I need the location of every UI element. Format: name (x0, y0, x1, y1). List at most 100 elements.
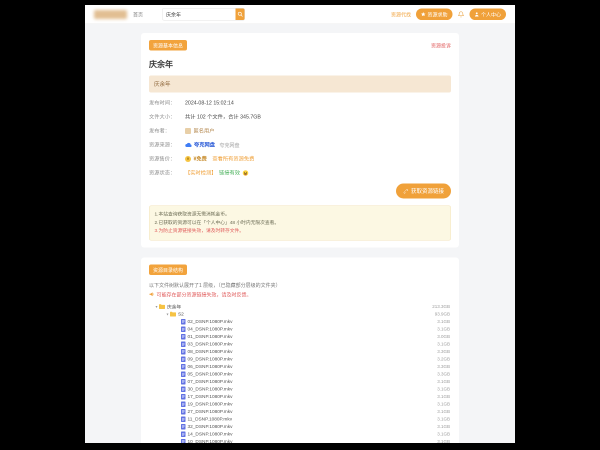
resource-find-link[interactable]: 资源代找 (391, 11, 411, 19)
tree-file-row: 32_DSNP.1080P.mkv 3.1GB (149, 423, 451, 431)
tree-item-name: 02_DSNP.1080P.mkv (187, 318, 233, 325)
tree-item-name: S2 (178, 311, 184, 317)
tree-item-size: 3.2GB (437, 356, 450, 362)
file-icon (181, 423, 186, 430)
tree-item-name: 30_DSNP.1080P.mkv (187, 386, 233, 392)
resource-info-badge: 资源基本信息 (149, 40, 187, 51)
file-icon (181, 393, 186, 400)
resource-complaint-link[interactable]: 资源投诉 (431, 42, 451, 50)
tree-item-size: 3.1GB (437, 439, 450, 443)
file-icon (181, 341, 186, 347)
file-icon (181, 356, 186, 362)
tree-item-name: 27_DSNP.1080P.mkv (187, 408, 233, 415)
tree-item-size: 3.1GB (437, 394, 450, 400)
site-header: 首页 资源代找 资源求助 (85, 5, 515, 24)
tree-item-name: 03_DSNP.1080P.mkv (187, 341, 233, 347)
notice-box: 1.本站查询获取资源无需消耗金币。 2.已获取的资源可以在「个人中心」48 小时… (149, 205, 451, 241)
resource-info-card: 资源基本信息 资源投诉 庆余年 庆余年 发布时间： 2024-08-12 15:… (141, 33, 459, 248)
file-icon (181, 371, 186, 377)
folder-icon (159, 304, 165, 310)
profile-button[interactable]: 个人中心 (469, 8, 506, 20)
search-input[interactable] (162, 8, 236, 20)
tree-file-row: 02_DSNP.1080P.mkv 3.1GB (149, 318, 451, 326)
directory-card: 资源目录结构 以下文件树默认展开了1 层级，（已隐藏部分层级的文件夹） 可能存在… (141, 257, 459, 443)
desktop-background: 首页 资源代找 资源求助 (0, 0, 600, 450)
tree-folder-row[interactable]: ▾ 庆余年 213.3GB (149, 303, 451, 311)
tree-item-size: 3.0GB (437, 334, 450, 340)
megaphone-icon (149, 291, 155, 297)
directory-hint-2: 可能存在部分资源链接失效，请及时反馈。 (149, 290, 451, 298)
file-icon (181, 431, 186, 437)
header-actions: 资源代找 资源求助 个人中心 (391, 8, 506, 20)
tree-item-name: 14_DSNP.1080P.mkv (187, 431, 233, 437)
tree-item-size: 3.1GB (437, 379, 450, 385)
file-icon (181, 326, 186, 332)
tree-file-row: 27_DSNP.1080P.mkv 3.1GB (149, 408, 451, 416)
tree-file-row: 03_DSNP.1080P.mkv 3.1GB (149, 340, 451, 348)
tree-item-name: 11_DSNP.1080P.mkv (187, 416, 233, 422)
file-icon (181, 378, 186, 385)
tree-item-size: 3.1GB (437, 386, 450, 392)
tree-item-size: 213.3GB (432, 304, 450, 310)
notice-line-1: 1.本站查询获取资源无需消耗金币。 (154, 211, 230, 218)
tree-folder-row[interactable]: ▾ S2 93.9GB (149, 310, 451, 318)
tree-item-size: 3.1GB (437, 319, 450, 325)
get-resource-link-button[interactable]: 获取资源链接 (396, 183, 451, 199)
tree-item-size: 3.1GB (437, 431, 450, 437)
tree-file-row: 11_DSNP.1080P.mkv 3.1GB (149, 415, 451, 423)
tree-file-row: 04_DSNP.1080P.mkv 3.1GB (149, 325, 451, 333)
bell-icon[interactable] (458, 11, 465, 18)
tree-item-size: 3.1GB (437, 341, 450, 347)
tree-item-size: 3.3GB (437, 371, 450, 377)
directory-badge: 资源目录结构 (149, 264, 187, 275)
tree-item-name: 05_DSNP.1080P.mkv (187, 371, 233, 377)
tree-item-name: 32_DSNP.1080P.mkv (187, 423, 233, 430)
site-logo[interactable] (94, 9, 127, 19)
tree-item-name: 06_DSNP.1080P.mkv (187, 363, 233, 370)
nav-home-link[interactable]: 首页 (133, 11, 143, 19)
browser-page: 首页 资源代找 资源求助 (85, 5, 515, 443)
info-row-status: 资源状态： 【实时检测】 链接有效 (149, 169, 451, 177)
tree-item-size: 3.1GB (437, 424, 450, 430)
tree-item-size: 3.1GB (437, 326, 450, 332)
tree-item-size: 3.1GB (437, 401, 450, 407)
tree-item-name: 01_DSNP.1080P.mkv (187, 333, 233, 340)
search-icon (237, 11, 243, 18)
tree-item-size: 3.3GB (437, 364, 450, 370)
tree-item-size: 3.1GB (437, 416, 450, 422)
coin-icon: ¥ (185, 155, 191, 162)
quark-cloud-icon (185, 142, 192, 147)
tree-item-name: 10_DSNP.1080P.mkv (187, 438, 233, 443)
file-icon (181, 408, 186, 415)
tree-file-row: 10_DSNP.1080P.mkv 3.1GB (149, 438, 451, 443)
file-icon (181, 438, 186, 443)
tree-file-row: 01_DSNP.1080P.mkv 3.0GB (149, 333, 451, 341)
file-icon (181, 401, 186, 407)
info-row-source: 资源来源： 夸克网盘 夸克网盘 (149, 142, 240, 149)
tree-item-name: 09_DSNP.1080P.mkv (187, 356, 233, 362)
tree-file-row: 06_DSNP.1080P.mkv 3.3GB (149, 363, 451, 371)
tree-file-row: 19_DSNP.1080P.mkv 3.1GB (149, 400, 451, 408)
tree-item-name: 17_DSNP.1080P.mkv (187, 393, 233, 400)
tree-item-size: 3.3GB (437, 349, 450, 355)
resource-request-button[interactable]: 资源求助 (416, 8, 453, 20)
file-tree: ▾ 庆余年 213.3GB ▾ S2 93.9GB 02_DSNP.1080P.mkv 3.1… (149, 303, 451, 443)
search-button[interactable] (235, 8, 245, 20)
tree-file-row: 09_DSNP.1080P.mkv 3.2GB (149, 355, 451, 363)
tree-file-row: 14_DSNP.1080P.mkv 3.1GB (149, 430, 451, 438)
folder-icon (170, 311, 176, 317)
info-row-publisher: 发布者： 匿名用户 (149, 127, 215, 134)
tree-file-row: 17_DSNP.1080P.mkv 3.1GB (149, 393, 451, 401)
file-icon (181, 348, 186, 355)
star-icon (421, 12, 426, 17)
info-row-publish-time: 发布时间： 2024-08-12 15:02:14 (149, 99, 234, 106)
tree-item-size: 93.9GB (434, 311, 450, 317)
link-icon (403, 188, 409, 194)
page-content: 资源基本信息 资源投诉 庆余年 庆余年 发布时间： 2024-08-12 15:… (85, 24, 515, 443)
directory-hint-1: 以下文件树默认展开了1 层级，（已隐藏部分层级的文件夹） (149, 282, 281, 289)
file-icon (181, 318, 186, 325)
tree-file-row: 08_DSNP.1080P.mkv 3.3GB (149, 348, 451, 356)
tongue-face-emoji (242, 170, 249, 176)
notice-line-2: 2.已获取的资源可以在「个人中心」48 小时内无限次查看。 (154, 219, 280, 226)
resource-subtitle-box: 庆余年 (149, 75, 451, 93)
